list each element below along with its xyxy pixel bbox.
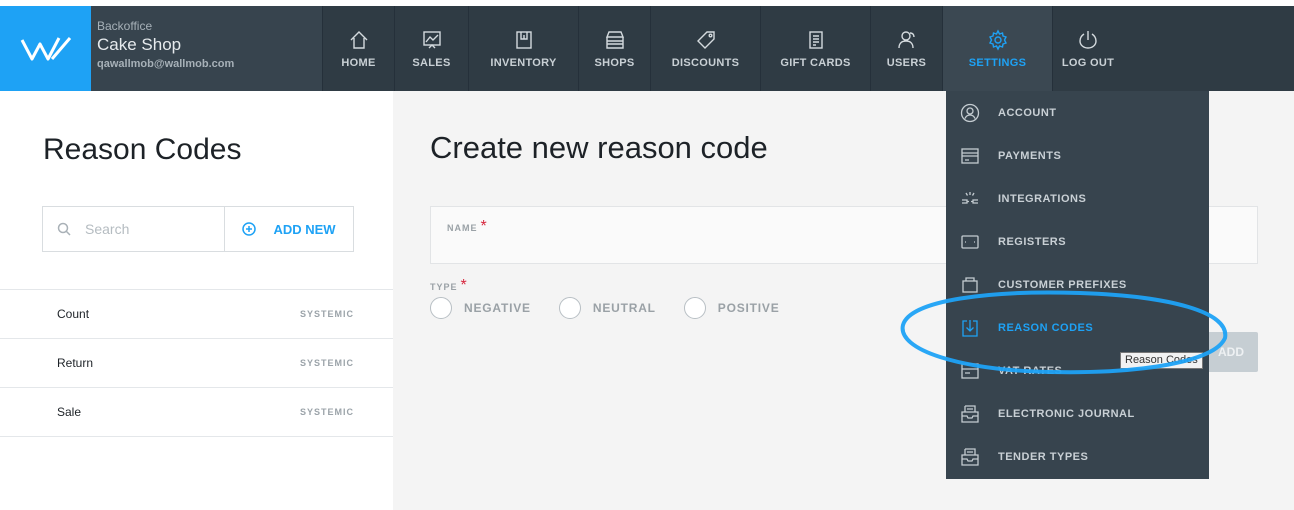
nav-logout-label: LOG OUT (1061, 56, 1115, 69)
search-icon (57, 222, 71, 236)
menu-item-label: PAYMENTS (998, 149, 1062, 162)
radio-circle[interactable] (558, 297, 581, 319)
menu-item-integrations[interactable]: INTEGRATIONS (946, 177, 1209, 220)
nav-sales-label: SALES (412, 56, 451, 69)
nav-home-label: HOME (341, 56, 376, 69)
shop-icon (605, 30, 624, 49)
reason-codes-download-icon (962, 319, 978, 337)
logo-w-icon (20, 36, 71, 60)
nav-discounts[interactable]: DISCOUNTS (650, 6, 760, 91)
menu-item-label: CUSTOMER PREFIXES (998, 278, 1127, 291)
account-icon (960, 103, 980, 122)
nav-inventory-label: INVENTORY (490, 56, 557, 69)
menu-item-label: INTEGRATIONS (998, 192, 1087, 205)
user-email: qawallmob@wallmob.com (97, 58, 235, 70)
type-label-row: TYPE * (430, 277, 467, 295)
name-label: NAME (447, 223, 478, 233)
radio-circle[interactable] (683, 297, 706, 319)
nav-shops-label: SHOPS (594, 56, 635, 69)
users-icon (897, 30, 915, 48)
power-icon (1079, 30, 1097, 49)
menu-item-customer-prefixes[interactable]: CUSTOMER PREFIXES (946, 263, 1209, 306)
reason-codes-tooltip: Reason Codes (1120, 352, 1203, 369)
menu-item-label: REASON CODES (998, 321, 1094, 334)
menu-item-tender-types[interactable]: TENDER TYPES (946, 435, 1209, 478)
app-name: Backoffice (97, 19, 153, 33)
nav-shops[interactable]: SHOPS (578, 6, 650, 91)
radio-label: NEGATIVE (464, 301, 531, 315)
settings-dropdown: ACCOUNT PAYMENTS INTEGRATIONS REGISTERS … (946, 91, 1209, 479)
top-navigation: Backoffice Cake Shop qawallmob@wallmob.c… (0, 6, 1294, 91)
type-label: TYPE (430, 282, 458, 292)
radio-label: POSITIVE (717, 301, 780, 315)
discount-tag-icon (696, 30, 715, 49)
search-toolbar: ADD NEW (42, 206, 354, 252)
type-positive-radio[interactable]: POSITIVE (683, 297, 780, 319)
settings-gear-icon (988, 28, 1007, 51)
page-title: Reason Codes (43, 133, 242, 166)
list-item-tag: SYSTEMIC (299, 309, 354, 319)
radio-circle[interactable] (430, 297, 452, 319)
add-new-label: ADD NEW (273, 221, 336, 237)
nav-inventory[interactable]: INVENTORY (468, 6, 578, 91)
menu-item-electronic-journal[interactable]: ELECTRONIC JOURNAL (946, 392, 1209, 435)
list-item[interactable]: Count SYSTEMIC (0, 290, 393, 339)
app-root: Backoffice Cake Shop qawallmob@wallmob.c… (0, 0, 1294, 510)
menu-item-label: VAT RATES (998, 364, 1063, 377)
menu-item-label: TENDER TYPES (998, 450, 1089, 463)
nav-settings[interactable]: SETTINGS (942, 6, 1052, 91)
menu-item-reason-codes[interactable]: REASON CODES (946, 306, 1209, 349)
nav-gift-cards[interactable]: GIFT CARDS (760, 6, 870, 91)
menu-item-account[interactable]: ACCOUNT (946, 91, 1209, 134)
type-negative-radio[interactable]: NEGATIVE (430, 297, 531, 319)
type-neutral-radio[interactable]: NEUTRAL (558, 297, 656, 319)
customer-prefix-icon (962, 276, 978, 293)
register-icon (961, 234, 979, 249)
reason-code-list: Count SYSTEMIC Return SYSTEMIC Sale SYST… (0, 289, 393, 437)
menu-item-registers[interactable]: REGISTERS (946, 220, 1209, 263)
payments-card-icon (961, 147, 979, 164)
journal-tray-icon (961, 404, 979, 423)
integrations-plug-icon (962, 191, 978, 204)
list-item[interactable]: Sale SYSTEMIC (0, 388, 393, 437)
form-title: Create new reason code (430, 130, 768, 165)
nav-users[interactable]: USERS (870, 6, 942, 91)
required-mark: * (460, 277, 467, 294)
required-mark: * (480, 218, 487, 235)
nav-settings-label: SETTINGS (968, 56, 1027, 69)
type-radio-group: NEGATIVE NEUTRAL POSITIVE (430, 297, 808, 319)
search-field[interactable] (43, 207, 225, 251)
menu-item-label: ACCOUNT (998, 106, 1057, 119)
shop-name: Cake Shop (97, 35, 182, 54)
list-item[interactable]: Return SYSTEMIC (0, 339, 393, 388)
list-item-name: Sale (57, 405, 82, 419)
list-item-name: Return (57, 356, 94, 370)
radio-label: NEUTRAL (592, 301, 656, 315)
plus-circle-icon (242, 222, 257, 236)
add-new-button[interactable]: ADD NEW (225, 207, 353, 251)
shop-info: Backoffice Cake Shop qawallmob@wallmob.c… (91, 6, 322, 91)
list-item-tag: SYSTEMIC (299, 407, 354, 417)
menu-item-payments[interactable]: PAYMENTS (946, 134, 1209, 177)
list-item-tag: SYSTEMIC (299, 358, 354, 368)
nav-discounts-label: DISCOUNTS (671, 56, 740, 69)
list-item-name: Count (57, 307, 90, 321)
tender-tray-icon (961, 447, 979, 466)
inventory-box-icon (515, 30, 532, 49)
vat-rates-icon (961, 362, 979, 379)
home-icon (350, 30, 367, 49)
nav-logout[interactable]: LOG OUT (1052, 6, 1123, 91)
menu-item-label: ELECTRONIC JOURNAL (998, 407, 1135, 420)
main-nav: HOME SALES INVENTORY SHOPS DISCOUNTS GIF… (322, 6, 1123, 91)
menu-item-label: REGISTERS (998, 235, 1067, 248)
nav-users-label: USERS (886, 56, 927, 69)
wallmob-logo[interactable] (0, 6, 91, 91)
search-input[interactable] (85, 221, 205, 237)
nav-gift-cards-label: GIFT CARDS (780, 56, 851, 69)
sales-chart-icon (422, 30, 441, 48)
nav-home[interactable]: HOME (322, 6, 394, 91)
gift-card-icon (808, 30, 823, 49)
add-button-label: ADD (1218, 345, 1244, 359)
nav-sales[interactable]: SALES (394, 6, 468, 91)
